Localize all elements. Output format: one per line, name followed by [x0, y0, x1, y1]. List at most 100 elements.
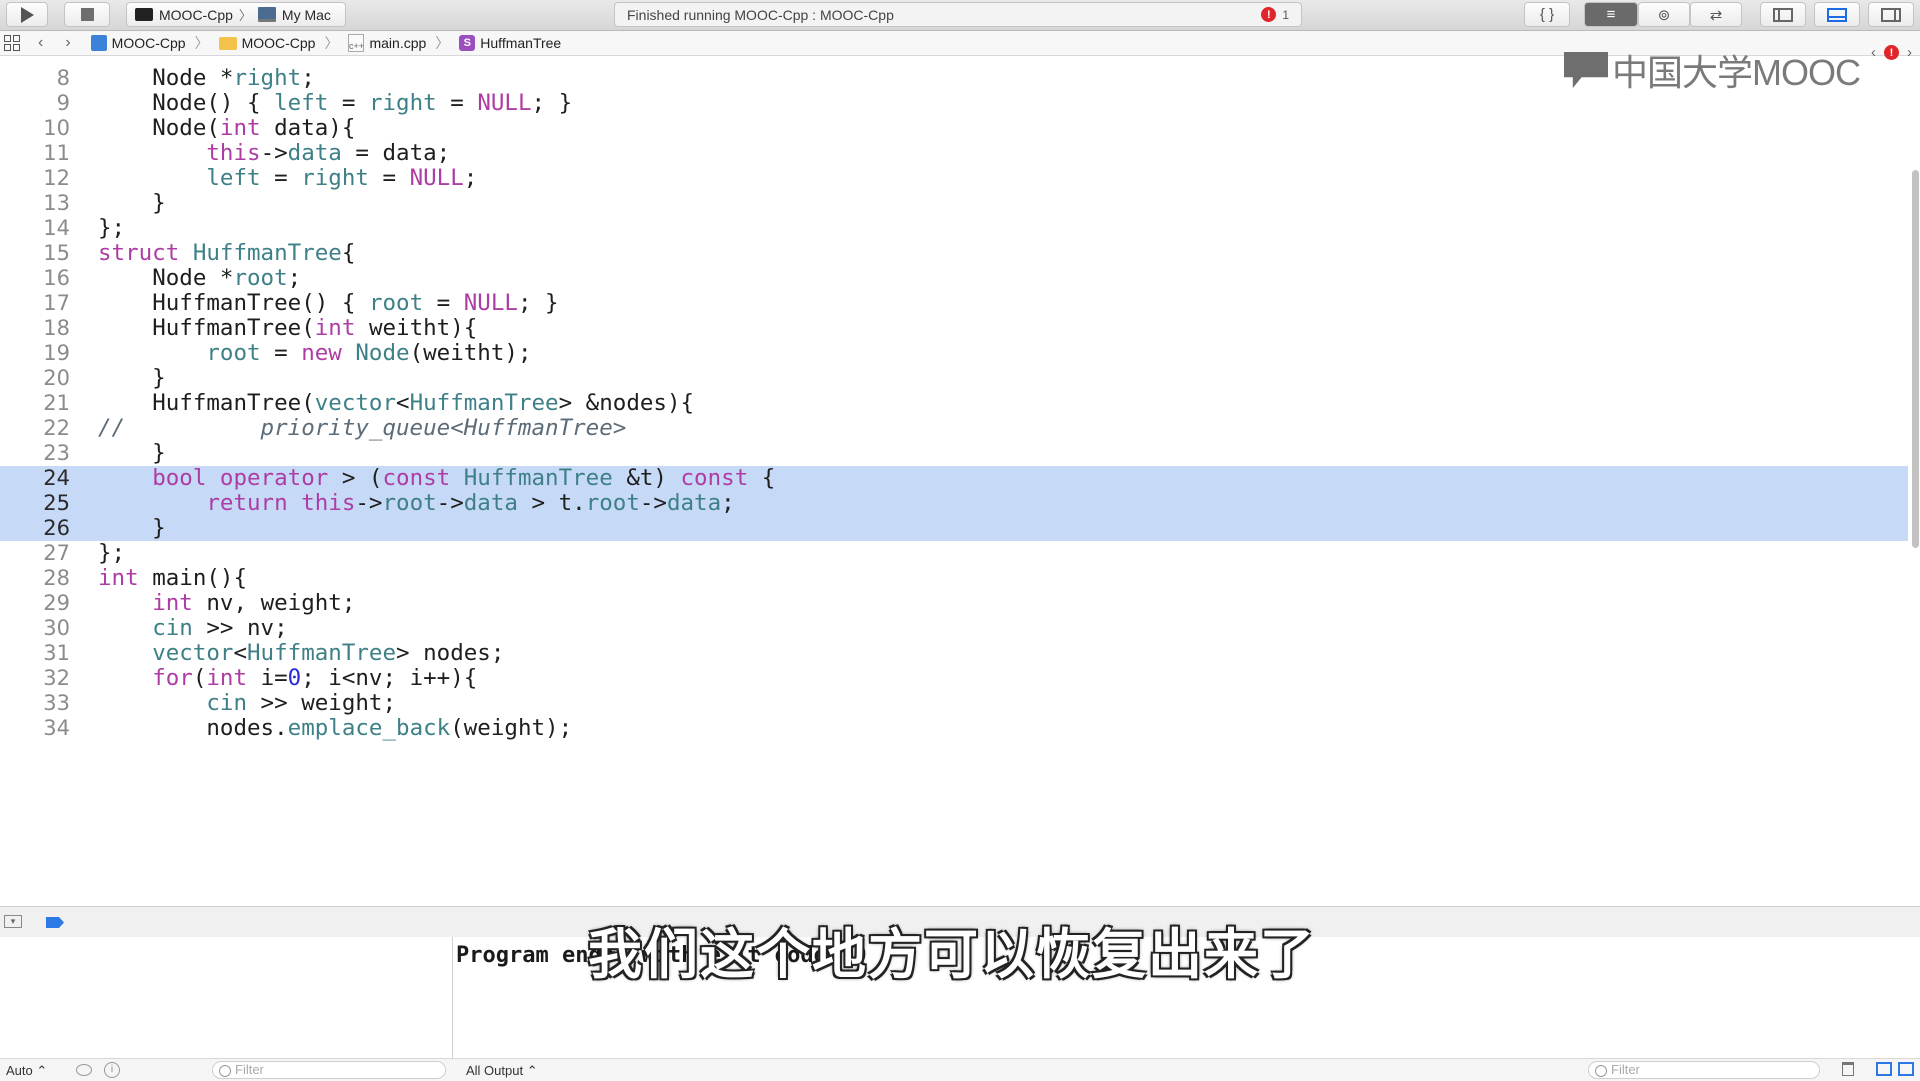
standard-editor-button[interactable]: ≡	[1584, 2, 1638, 27]
code-text[interactable]: HuffmanTree() { root = NULL; }	[98, 291, 558, 316]
code-line[interactable]: 27};	[0, 541, 1908, 566]
code-text[interactable]: Node(int data){	[98, 116, 355, 141]
line-number[interactable]: 16	[0, 266, 70, 291]
line-number[interactable]: 11	[0, 141, 70, 166]
code-text[interactable]: }	[98, 441, 166, 466]
code-text[interactable]: bool operator > (const HuffmanTree &t) c…	[98, 466, 775, 491]
code-text[interactable]: };	[98, 216, 125, 241]
line-number[interactable]: 8	[0, 66, 70, 91]
code-text[interactable]: root = new Node(weitht);	[98, 341, 531, 366]
code-line[interactable]: 14};	[0, 216, 1908, 241]
code-text[interactable]: HuffmanTree(int weitht){	[98, 316, 477, 341]
code-line[interactable]: 29 int nv, weight;	[0, 591, 1908, 616]
code-text[interactable]: }	[98, 191, 166, 216]
code-line[interactable]: 34 nodes.emplace_back(weight);	[0, 716, 1908, 741]
line-number[interactable]: 15	[0, 241, 70, 266]
line-number[interactable]: 28	[0, 566, 70, 591]
code-text[interactable]: left = right = NULL;	[98, 166, 477, 191]
code-text[interactable]: nodes.emplace_back(weight);	[98, 716, 572, 741]
code-line[interactable]: 20 }	[0, 366, 1908, 391]
code-text[interactable]: HuffmanTree(vector<HuffmanTree> &nodes){	[98, 391, 694, 416]
forward-arrow-icon[interactable]: ›	[65, 34, 70, 52]
code-line[interactable]: 17 HuffmanTree() { root = NULL; }	[0, 291, 1908, 316]
info-icon[interactable]: i	[104, 1062, 120, 1078]
assistant-editor-button[interactable]: ⊚	[1638, 2, 1690, 27]
run-button[interactable]	[6, 2, 48, 27]
hide-debug-area-icon[interactable]: ▾	[4, 915, 22, 928]
breadcrumb-symbol[interactable]: S HuffmanTree	[459, 35, 561, 51]
error-badge[interactable]: ! 1	[1261, 7, 1289, 22]
code-line[interactable]: 32 for(int i=0; i<nv; i++){	[0, 666, 1908, 691]
code-line[interactable]: 15 struct HuffmanTree{	[0, 241, 1908, 266]
code-text[interactable]: return this->root->data > t.root->data;	[98, 491, 734, 516]
line-number[interactable]: 21	[0, 391, 70, 416]
version-editor-button[interactable]: ⇄	[1690, 2, 1742, 27]
code-line[interactable]: 10 Node(int data){	[0, 116, 1908, 141]
code-text[interactable]: Node() { left = right = NULL; }	[98, 91, 572, 116]
vertical-scrollbar[interactable]	[1912, 170, 1919, 548]
variables-filter-input[interactable]: Filter	[212, 1061, 446, 1079]
code-line[interactable]: 18 HuffmanTree(int weitht){	[0, 316, 1908, 341]
breakpoints-toggle-icon[interactable]	[46, 917, 64, 928]
console-pane-toggle-icon[interactable]	[1898, 1062, 1914, 1076]
source-editor[interactable]: 8 Node *right; 9 Node() { left = right = …	[0, 58, 1908, 906]
line-number[interactable]: 33	[0, 691, 70, 716]
code-line[interactable]: 22 // priority_queue<HuffmanTree>	[0, 416, 1908, 441]
toggle-debug-area-button[interactable]	[1814, 2, 1860, 27]
code-text[interactable]: struct HuffmanTree{	[98, 241, 355, 266]
code-line[interactable]: 30 cin >> nv;	[0, 616, 1908, 641]
back-arrow-icon[interactable]: ‹	[38, 34, 43, 52]
variables-pane-toggle-icon[interactable]	[1876, 1062, 1892, 1076]
code-line[interactable]: 19 root = new Node(weitht);	[0, 341, 1908, 366]
eye-icon[interactable]	[76, 1064, 92, 1076]
code-line[interactable]: 13 }	[0, 191, 1908, 216]
line-number[interactable]: 32	[0, 666, 70, 691]
code-line[interactable]: 26 }	[0, 516, 1908, 541]
code-line[interactable]: 28 int main(){	[0, 566, 1908, 591]
line-number[interactable]: 19	[0, 341, 70, 366]
line-number[interactable]: 23	[0, 441, 70, 466]
code-line[interactable]: 12 left = right = NULL;	[0, 166, 1908, 191]
console-filter-input[interactable]: Filter	[1588, 1061, 1820, 1079]
code-line[interactable]: 25 return this->root->data > t.root->dat…	[0, 491, 1908, 516]
code-text[interactable]: };	[98, 541, 125, 566]
line-number[interactable]: 12	[0, 166, 70, 191]
line-number[interactable]: 14	[0, 216, 70, 241]
breadcrumb-folder[interactable]: MOOC-Cpp 〉	[218, 33, 338, 53]
line-number[interactable]: 25	[0, 491, 70, 516]
toggle-inspector-button[interactable]	[1868, 2, 1914, 27]
code-text[interactable]: cin >> weight;	[98, 691, 396, 716]
related-items-icon[interactable]	[4, 35, 20, 51]
code-text[interactable]: cin >> nv;	[98, 616, 287, 641]
line-number[interactable]: 17	[0, 291, 70, 316]
code-text[interactable]: // priority_queue<HuffmanTree>	[98, 416, 626, 441]
library-button[interactable]: { }	[1524, 2, 1570, 27]
line-number[interactable]: 18	[0, 316, 70, 341]
line-number[interactable]: 27	[0, 541, 70, 566]
line-number[interactable]: 22	[0, 416, 70, 441]
code-text[interactable]: vector<HuffmanTree> nodes;	[98, 641, 504, 666]
line-number[interactable]: 26	[0, 516, 70, 541]
line-number[interactable]: 13	[0, 191, 70, 216]
code-line[interactable]: 33 cin >> weight;	[0, 691, 1908, 716]
code-line[interactable]: 31 vector<HuffmanTree> nodes;	[0, 641, 1908, 666]
code-line[interactable]: 21 HuffmanTree(vector<HuffmanTree> &node…	[0, 391, 1908, 416]
code-text[interactable]: for(int i=0; i<nv; i++){	[98, 666, 477, 691]
line-number[interactable]: 20	[0, 366, 70, 391]
code-line[interactable]: 16 Node *root;	[0, 266, 1908, 291]
code-text[interactable]: int nv, weight;	[98, 591, 355, 616]
line-number[interactable]: 30	[0, 616, 70, 641]
line-number[interactable]: 10	[0, 116, 70, 141]
code-text[interactable]: this->data = data;	[98, 141, 450, 166]
code-line[interactable]: 11 this->data = data;	[0, 141, 1908, 166]
console-output-select[interactable]: All Output ⌃	[466, 1063, 538, 1079]
code-line[interactable]: 8 Node *right;	[0, 66, 1908, 91]
line-number[interactable]: 9	[0, 91, 70, 116]
code-text[interactable]: Node *root;	[98, 266, 301, 291]
line-number[interactable]: 24	[0, 466, 70, 491]
code-line[interactable]: 9 Node() { left = right = NULL; }	[0, 91, 1908, 116]
line-number[interactable]: 31	[0, 641, 70, 666]
stop-button[interactable]	[64, 2, 110, 27]
breadcrumb-file[interactable]: c++ main.cpp 〉	[348, 33, 449, 53]
code-text[interactable]: Node *right;	[98, 66, 315, 91]
